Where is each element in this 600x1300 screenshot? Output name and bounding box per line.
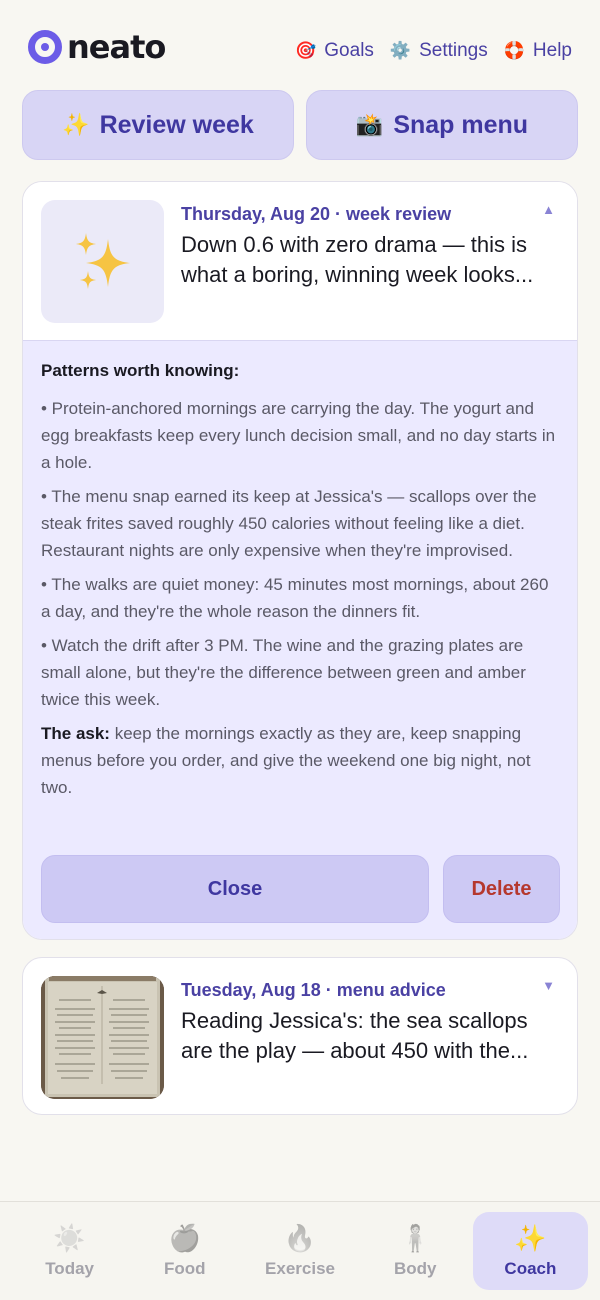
tab-coach[interactable]: ✨ Coach	[472, 1212, 589, 1290]
help-link-label: Help	[532, 40, 572, 61]
bottom-tab-bar: ☀️ Today 🍎 Food 🔥 Exercise 🧍 Body ✨ Coac…	[0, 1201, 600, 1300]
pattern-item: • Protein-anchored mornings are carrying…	[41, 399, 556, 472]
week-review-card: Thursday, Aug 20 · week review Down 0.6 …	[22, 181, 578, 940]
review-week-label: Review week	[99, 110, 254, 139]
week-review-details: Patterns worth knowing: • Protein-anchor…	[23, 340, 577, 939]
tab-body-label: Body	[393, 1259, 437, 1278]
app-header: neato 🎯 Goals ⚙️ Settings 🛟 Help	[0, 0, 600, 90]
app-logo[interactable]: neato	[28, 28, 166, 66]
lifebuoy-icon: 🛟	[503, 41, 525, 60]
collapse-chevron-icon[interactable]: ▲	[542, 202, 555, 217]
pattern-item: • The walks are quiet money: 45 minutes …	[41, 575, 549, 621]
menu-photo-image	[41, 976, 164, 1099]
tab-exercise-label: Exercise	[265, 1259, 335, 1278]
sparkles-icon: ✨	[514, 1223, 547, 1253]
the-ask-label: The ask:	[41, 724, 110, 743]
delete-button[interactable]: Delete	[443, 855, 560, 923]
action-row: ✨ Review week 📸 Snap menu	[22, 90, 578, 160]
header-nav: 🎯 Goals ⚙️ Settings 🛟 Help	[295, 40, 572, 62]
tab-today[interactable]: ☀️ Today	[12, 1212, 127, 1290]
flame-icon: 🔥	[283, 1223, 317, 1253]
card-actions: Close Delete	[41, 855, 560, 923]
week-review-thumbnail	[41, 200, 164, 323]
sparkles-icon	[75, 232, 130, 289]
snap-menu-label: Snap menu	[393, 110, 529, 139]
pattern-item: • The menu snap earned its keep at Jessi…	[41, 487, 537, 560]
patterns-title: Patterns worth knowing:	[41, 361, 240, 380]
review-week-button[interactable]: ✨ Review week	[22, 90, 294, 160]
card-meta: Tuesday, Aug 18 · menu advice	[181, 980, 446, 1000]
camera-flash-icon: 📸	[355, 112, 384, 137]
week-review-card-header[interactable]: Thursday, Aug 20 · week review Down 0.6 …	[23, 182, 577, 340]
logo-text: neato	[67, 28, 166, 66]
close-button[interactable]: Close	[41, 855, 429, 923]
menu-photo-thumbnail	[41, 976, 164, 1099]
snap-menu-button[interactable]: 📸 Snap menu	[306, 90, 578, 160]
settings-link[interactable]: ⚙️ Settings	[390, 40, 488, 62]
card-headline: Reading Jessica's: the sea scallops are …	[181, 1008, 529, 1063]
tab-food-label: Food	[164, 1259, 206, 1278]
goals-link[interactable]: 🎯 Goals	[295, 40, 374, 62]
pattern-item: • Watch the drift after 3 PM. The wine a…	[41, 636, 526, 709]
card-headline: Down 0.6 with zero drama — this is what …	[181, 232, 534, 287]
sun-icon: ☀️	[53, 1223, 86, 1253]
apple-icon: 🍎	[168, 1223, 201, 1253]
logo-ring-icon	[28, 30, 62, 64]
the-ask-text: keep the mornings exactly as they are, k…	[41, 724, 531, 797]
tab-exercise[interactable]: 🔥 Exercise	[242, 1212, 357, 1290]
menu-advice-card[interactable]: Tuesday, Aug 18 · menu advice Reading Je…	[22, 957, 578, 1115]
person-icon: 🧍	[399, 1223, 432, 1253]
tab-food[interactable]: 🍎 Food	[127, 1212, 242, 1290]
tab-today-label: Today	[45, 1259, 94, 1278]
settings-link-label: Settings	[419, 40, 488, 61]
card-meta: Thursday, Aug 20 · week review	[181, 204, 452, 224]
goals-link-label: Goals	[324, 40, 374, 61]
tab-coach-label: Coach	[504, 1259, 557, 1278]
the-ask: The ask: keep the mornings exactly as th…	[41, 720, 561, 801]
gear-icon: ⚙️	[389, 41, 412, 60]
expand-chevron-icon[interactable]: ▼	[542, 978, 555, 993]
sparkles-icon: ✨	[62, 112, 90, 137]
tab-body[interactable]: 🧍 Body	[358, 1212, 473, 1290]
help-link[interactable]: 🛟 Help	[504, 40, 572, 62]
target-icon: 🎯	[295, 41, 317, 60]
